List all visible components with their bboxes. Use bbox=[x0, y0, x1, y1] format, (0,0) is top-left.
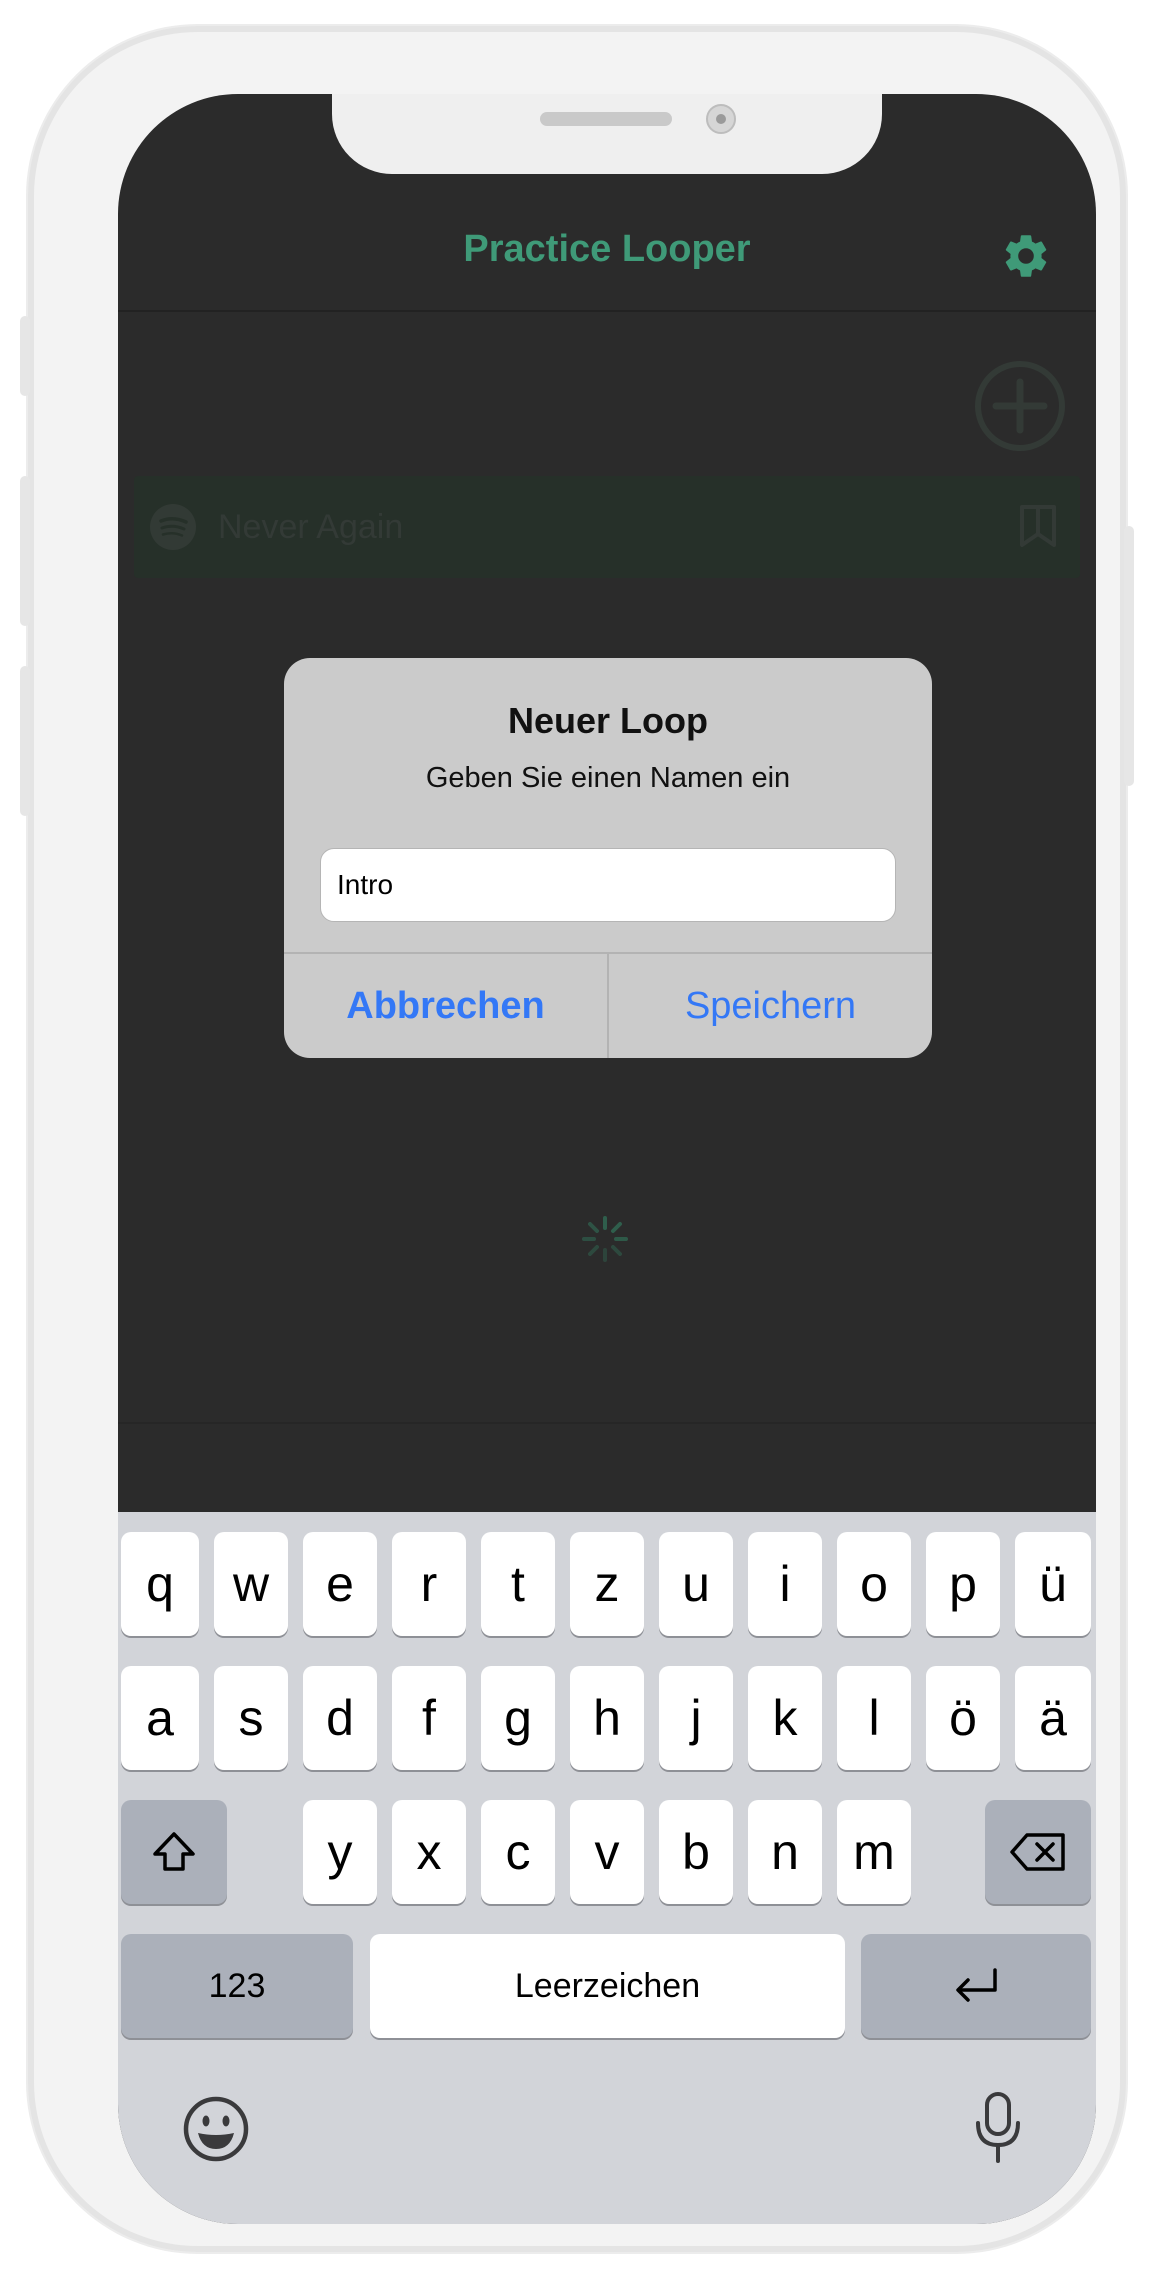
key[interactable]: l bbox=[837, 1666, 911, 1770]
emoji-icon[interactable] bbox=[182, 2095, 250, 2163]
key[interactable]: ü bbox=[1015, 1532, 1091, 1636]
key[interactable]: y bbox=[303, 1800, 377, 1904]
space-key[interactable]: Leerzeichen bbox=[370, 1934, 845, 2038]
key[interactable]: d bbox=[303, 1666, 377, 1770]
key[interactable]: v bbox=[570, 1800, 644, 1904]
spotify-icon bbox=[150, 504, 196, 550]
key[interactable]: w bbox=[214, 1532, 288, 1636]
divider bbox=[118, 1422, 1096, 1424]
volume-down-button bbox=[20, 666, 30, 816]
numbers-key[interactable]: 123 bbox=[121, 1934, 353, 2038]
add-circle-icon[interactable] bbox=[974, 360, 1066, 452]
song-row[interactable]: Never Again bbox=[134, 476, 1080, 578]
front-camera bbox=[706, 104, 736, 134]
gear-icon[interactable] bbox=[1000, 230, 1052, 282]
notch bbox=[332, 94, 882, 174]
page-title: Practice Looper bbox=[463, 228, 751, 270]
key[interactable]: e bbox=[303, 1532, 377, 1636]
song-title: Never Again bbox=[218, 508, 404, 546]
backspace-key[interactable] bbox=[985, 1800, 1091, 1904]
return-key[interactable] bbox=[861, 1934, 1091, 2038]
key[interactable]: i bbox=[748, 1532, 822, 1636]
new-loop-dialog: Neuer Loop Geben Sie einen Namen ein Int… bbox=[284, 658, 932, 1058]
key[interactable]: a bbox=[121, 1666, 199, 1770]
bookmark-icon[interactable] bbox=[1018, 504, 1058, 548]
return-icon bbox=[956, 1968, 997, 2002]
speaker-grille bbox=[540, 112, 672, 126]
key[interactable]: f bbox=[392, 1666, 466, 1770]
key[interactable]: z bbox=[570, 1532, 644, 1636]
backspace-icon bbox=[1010, 1833, 1065, 1871]
key[interactable]: n bbox=[748, 1800, 822, 1904]
microphone-icon[interactable] bbox=[972, 2091, 1024, 2165]
keyboard: q w e r t z u i o p ü a s d f g h j k l … bbox=[118, 1512, 1096, 2224]
save-button[interactable]: Speichern bbox=[609, 954, 932, 1058]
key[interactable]: h bbox=[570, 1666, 644, 1770]
key[interactable]: c bbox=[481, 1800, 555, 1904]
shift-key[interactable] bbox=[121, 1800, 227, 1904]
key[interactable]: s bbox=[214, 1666, 288, 1770]
key[interactable]: ä bbox=[1015, 1666, 1091, 1770]
loop-name-input[interactable]: Intro bbox=[320, 848, 896, 922]
key[interactable]: u bbox=[659, 1532, 733, 1636]
key[interactable]: m bbox=[837, 1800, 911, 1904]
key[interactable]: x bbox=[392, 1800, 466, 1904]
key[interactable]: o bbox=[837, 1532, 911, 1636]
screen: Practice Looper Never Again Neuer Loop G… bbox=[118, 94, 1096, 2224]
shift-icon bbox=[153, 1832, 195, 1871]
mute-switch bbox=[20, 316, 30, 396]
key[interactable]: r bbox=[392, 1532, 466, 1636]
phone-frame: Practice Looper Never Again Neuer Loop G… bbox=[20, 26, 1134, 2252]
key[interactable]: b bbox=[659, 1800, 733, 1904]
key[interactable]: t bbox=[481, 1532, 555, 1636]
key[interactable]: q bbox=[121, 1532, 199, 1636]
key[interactable]: g bbox=[481, 1666, 555, 1770]
key[interactable]: j bbox=[659, 1666, 733, 1770]
spinner-icon bbox=[582, 1216, 628, 1262]
dialog-message: Geben Sie einen Namen ein bbox=[425, 762, 791, 794]
navigation-bar: Practice Looper bbox=[118, 174, 1096, 312]
key[interactable]: k bbox=[748, 1666, 822, 1770]
key[interactable]: p bbox=[926, 1532, 1000, 1636]
cancel-button[interactable]: Abbrechen bbox=[284, 954, 607, 1058]
volume-up-button bbox=[20, 476, 30, 626]
power-button bbox=[1124, 526, 1134, 786]
key[interactable]: ö bbox=[926, 1666, 1000, 1770]
dialog-title: Neuer Loop bbox=[507, 700, 708, 741]
